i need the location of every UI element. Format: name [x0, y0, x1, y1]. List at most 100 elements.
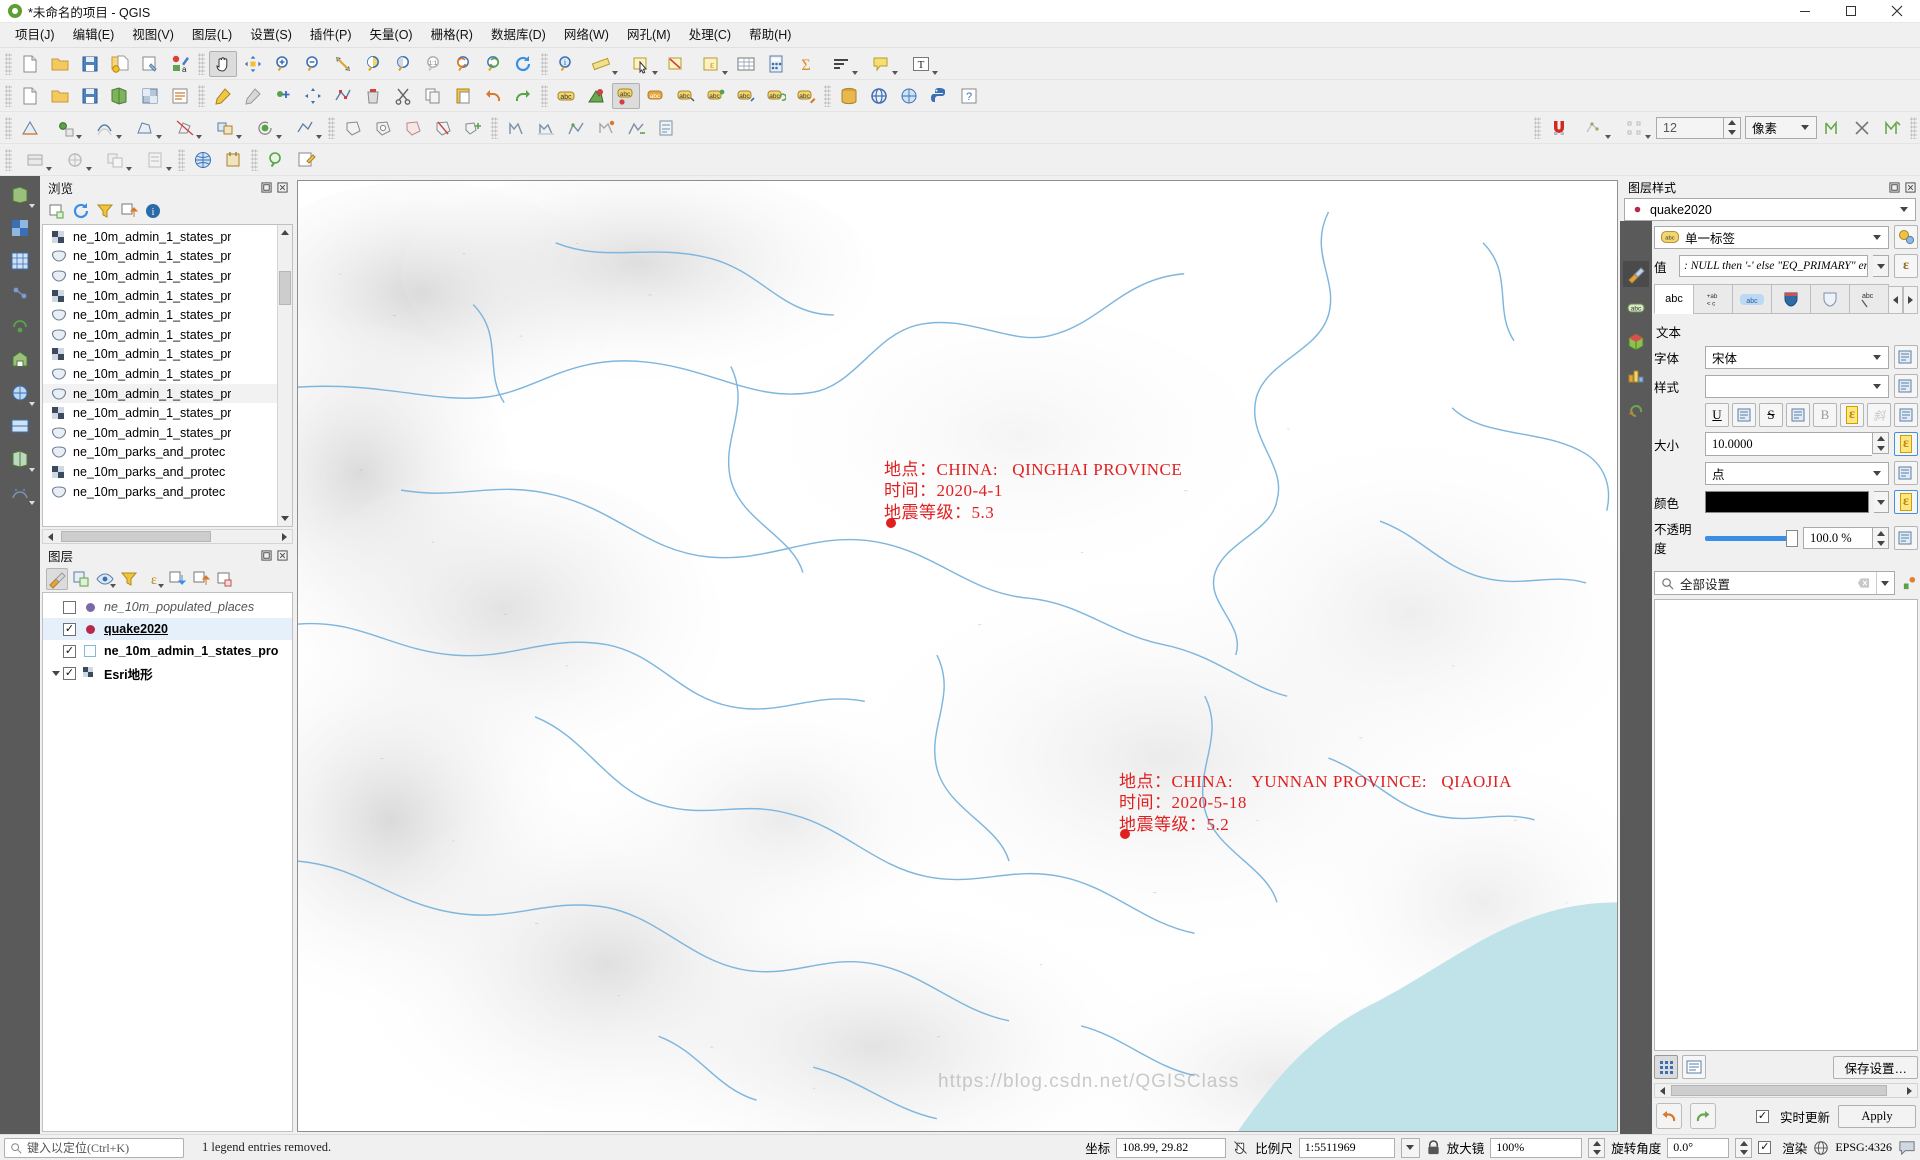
quake-label-qinghai-point[interactable]: [886, 518, 896, 528]
render-toggle[interactable]: 渲染: [1758, 1138, 1807, 1157]
label-toggle-button[interactable]: abc: [552, 83, 580, 109]
hscrollbar-thumb[interactable]: [61, 531, 211, 542]
zoom-last-button[interactable]: [449, 51, 477, 77]
undo-icon[interactable]: [1656, 1103, 1682, 1129]
style-tab-history[interactable]: [1623, 397, 1649, 423]
stepper-down[interactable]: [1873, 443, 1888, 453]
scrollbar-thumb[interactable]: [279, 271, 291, 305]
select-by-expression-button[interactable]: ε: [692, 51, 730, 77]
zoom-native-resolution-button[interactable]: 1:1: [419, 51, 447, 77]
scale-dropdown-arrow[interactable]: [1400, 1137, 1420, 1158]
labeling-settings-button[interactable]: [1894, 225, 1918, 249]
browser-item[interactable]: ne_10m_admin_1_states_pr: [43, 286, 292, 306]
browser-item[interactable]: ne_10m_parks_and_protec: [43, 462, 292, 482]
menu-edit[interactable]: 编辑(E): [64, 24, 124, 46]
toolbar-grip[interactable]: [5, 52, 12, 75]
tab-shadow[interactable]: abc: [1849, 284, 1889, 314]
collapse-all-icon[interactable]: [118, 200, 140, 222]
toolbar-grip[interactable]: [178, 148, 185, 171]
coordinate-value[interactable]: 108.99, 29.82: [1116, 1137, 1227, 1158]
stepper-up[interactable]: [1873, 433, 1888, 443]
toolbar-grip[interactable]: [5, 84, 12, 107]
opacity-slider[interactable]: [1705, 527, 1798, 549]
layer-row[interactable]: ne_10m_populated_places: [43, 596, 292, 618]
stepper-up[interactable]: [1589, 1139, 1604, 1148]
labeling-mode-combo[interactable]: abc 单一标签: [1654, 225, 1889, 249]
menu-web[interactable]: 网络(W): [555, 24, 618, 46]
toggle-editing-button[interactable]: [209, 83, 237, 109]
add-feature-button[interactable]: [269, 83, 297, 109]
tabs-scroll-left[interactable]: [1888, 286, 1903, 314]
mesh-vertex-button[interactable]: [502, 115, 530, 141]
toolbar-grip[interactable]: [5, 148, 12, 171]
delete-selected-button[interactable]: [359, 83, 387, 109]
change-label-properties-button[interactable]: abc: [792, 83, 820, 109]
avoid-overlap-button[interactable]: [1848, 115, 1876, 141]
mesh-reindex-button[interactable]: [622, 115, 650, 141]
browser-item[interactable]: ne_10m_admin_1_states_pr: [43, 383, 292, 404]
layer-row[interactable]: quake2020: [43, 618, 292, 640]
save-project-as-button[interactable]: [106, 51, 134, 77]
vertex-tool-button[interactable]: [329, 83, 357, 109]
browser-item[interactable]: ne_10m_admin_1_states_pr: [43, 345, 292, 365]
browser-hscrollbar[interactable]: [42, 529, 293, 544]
font-style-combo[interactable]: [1705, 374, 1889, 398]
merge-features-button[interactable]: [206, 115, 244, 141]
rail-add-delimited-text-icon[interactable]: [5, 279, 35, 309]
manage-visibility-icon[interactable]: [94, 568, 116, 590]
openstreetmap-button[interactable]: [189, 147, 217, 173]
magnifier-stepper[interactable]: [1588, 1137, 1606, 1158]
opacity-override-button[interactable]: [1894, 526, 1918, 550]
database-manager-button[interactable]: [835, 83, 863, 109]
search-dropdown-arrow[interactable]: [1876, 572, 1892, 594]
delete-part-button[interactable]: [429, 115, 457, 141]
color-override-button[interactable]: ε: [1894, 490, 1918, 514]
font-family-combo[interactable]: 宋体: [1705, 345, 1889, 369]
style-float-icon[interactable]: [1889, 181, 1900, 193]
rail-new-vector-icon[interactable]: [5, 180, 35, 210]
info-icon[interactable]: i: [142, 200, 164, 222]
toolbar-grip[interactable]: [1910, 116, 1917, 139]
toolbar-grip[interactable]: [541, 52, 548, 75]
size-override-button[interactable]: ε: [1894, 432, 1918, 456]
add-group-icon[interactable]: [70, 568, 92, 590]
snapping-tolerance-stepper[interactable]: [1724, 116, 1741, 139]
toolbar-grip[interactable]: [328, 116, 335, 139]
mesh-calculator-button[interactable]: [652, 115, 680, 141]
new-project-button[interactable]: [16, 51, 44, 77]
stepper-up[interactable]: [1724, 118, 1740, 128]
browser-item[interactable]: ne_10m_admin_1_states_pr: [43, 227, 292, 247]
rail-add-raster-icon[interactable]: [5, 213, 35, 243]
list-view-icon[interactable]: [1682, 1055, 1706, 1079]
maximize-button[interactable]: [1828, 0, 1874, 22]
snapping-tolerance-input[interactable]: 12: [1656, 116, 1724, 139]
clear-icon[interactable]: [1857, 577, 1870, 589]
browser-scrollbar[interactable]: [277, 225, 292, 526]
menu-project[interactable]: 项目(J): [6, 24, 64, 46]
style-layer-selector[interactable]: quake2020: [1624, 198, 1916, 221]
qgis-search-button[interactable]: [262, 147, 290, 173]
live-update-checkbox[interactable]: [1755, 1109, 1769, 1123]
show-hide-labels-button[interactable]: abc: [702, 83, 730, 109]
move-feature-button[interactable]: [299, 83, 327, 109]
crs-value[interactable]: EPSG:4326: [1835, 1140, 1892, 1155]
zoom-to-selection-button[interactable]: [359, 51, 387, 77]
lock-icon[interactable]: [1426, 1139, 1441, 1156]
layer-row[interactable]: ne_10m_admin_1_states_pro: [43, 640, 292, 662]
globe-icon[interactable]: [1813, 1140, 1829, 1156]
zoom-out-tool[interactable]: [299, 51, 327, 77]
hscroll-left-arrow[interactable]: [1655, 1084, 1670, 1097]
menu-mesh[interactable]: 网孔(M): [618, 24, 680, 46]
mesh-transform-button[interactable]: [592, 115, 620, 141]
zoom-to-layer-button[interactable]: [389, 51, 417, 77]
open-attribute-table-button[interactable]: [732, 51, 760, 77]
menu-database[interactable]: 数据库(D): [482, 24, 555, 46]
stepper-down[interactable]: [1736, 1148, 1751, 1157]
delete-ring-button[interactable]: [399, 115, 427, 141]
field-calculator-button[interactable]: [762, 51, 790, 77]
layer-row[interactable]: Esri地形: [43, 662, 292, 684]
new-print-layout-button[interactable]: a: [166, 51, 194, 77]
style-tab-histogram[interactable]: [1623, 363, 1649, 389]
hscroll-left-arrow[interactable]: [43, 530, 58, 543]
highlight-pinned-labels-button[interactable]: abc: [642, 83, 670, 109]
